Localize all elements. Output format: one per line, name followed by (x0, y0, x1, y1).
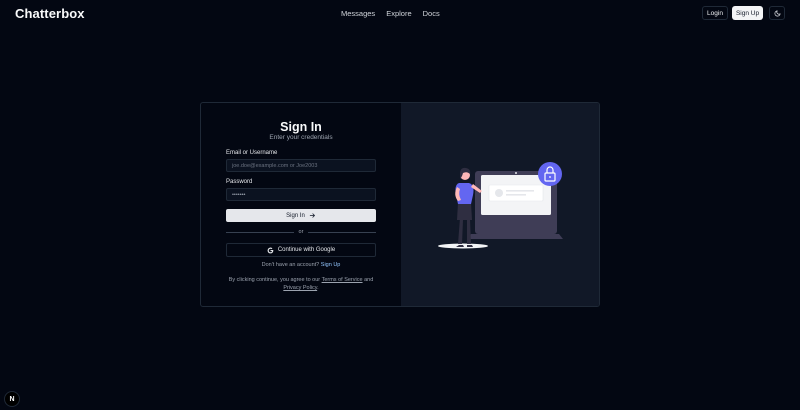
google-signin-label: Continue with Google (277, 247, 336, 253)
terms-text: By clicking continue, you agree to our T… (226, 276, 376, 292)
theme-toggle-button[interactable] (769, 6, 785, 20)
password-label: Password (226, 179, 253, 185)
nav-messages[interactable]: Messages (341, 9, 375, 18)
top-navbar: Chatterbox Messages Explore Docs Login S… (0, 0, 800, 27)
signin-card: Sign In Enter your credentials Email or … (200, 102, 600, 307)
privacy-policy-link[interactable]: Privacy Policy (283, 285, 317, 291)
brand-logo[interactable]: Chatterbox (15, 6, 85, 21)
password-field[interactable]: ••••••• (226, 188, 376, 201)
login-button[interactable]: Login (702, 6, 728, 20)
google-icon (267, 247, 274, 253)
arrow-right-icon (309, 213, 315, 218)
signin-form-panel: Sign In Enter your credentials Email or … (201, 103, 401, 306)
secure-login-illustration (438, 162, 563, 249)
email-label: Email or Username (226, 150, 278, 156)
terms-suffix: . (317, 285, 319, 291)
moon-icon (774, 10, 780, 16)
signup-link[interactable]: Sign Up (321, 262, 341, 268)
divider-right (308, 231, 376, 233)
google-signin-button[interactable]: Continue with Google (226, 243, 376, 257)
signin-submit-label: Sign In (286, 212, 305, 219)
page-title: Sign In (280, 120, 322, 134)
terms-prefix: By clicking continue, you agree to our (228, 277, 321, 283)
next-dev-indicator[interactable]: N (4, 391, 20, 407)
nav-docs[interactable]: Docs (423, 9, 440, 18)
terms-and: and (364, 277, 374, 283)
terms-of-service-link[interactable]: Terms of Service (322, 277, 363, 283)
illustration-panel (401, 103, 599, 306)
page-subtitle: Enter your credentials (269, 134, 333, 141)
main-nav: Messages Explore Docs (341, 9, 440, 18)
signup-button[interactable]: Sign Up (732, 6, 763, 20)
no-account-prompt: Don't have an account? (261, 262, 320, 268)
no-account-text: Don't have an account? Sign Up (201, 262, 401, 268)
signin-submit-button[interactable]: Sign In (226, 209, 376, 222)
email-field[interactable]: joe.doe@example.com or Joe2003 (226, 159, 376, 172)
nav-explore[interactable]: Explore (386, 9, 411, 18)
